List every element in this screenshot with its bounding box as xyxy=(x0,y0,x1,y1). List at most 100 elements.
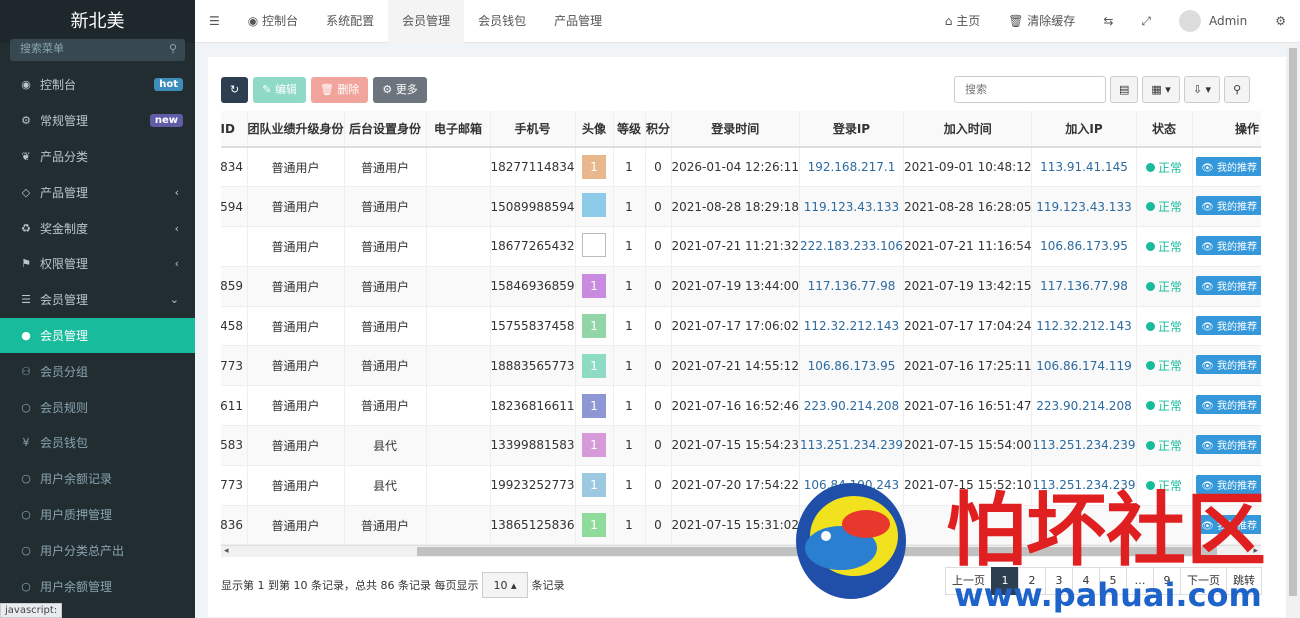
cell-login-ip[interactable]: 119.123.43.133 xyxy=(799,186,905,228)
table-search-input[interactable] xyxy=(954,76,1106,103)
cell-login-ip[interactable]: 117.136.77.98 xyxy=(799,266,905,307)
cell-join-ip[interactable]: 106.86.173.95 xyxy=(1031,226,1137,267)
column-header[interactable]: 团队业绩升级身份 xyxy=(247,111,345,148)
cell-join-ip[interactable]: 117.136.77.98 xyxy=(1031,266,1137,307)
sidebar-item-1[interactable]: ⚙ 常规管理 new xyxy=(0,103,195,139)
card-view-icon[interactable]: ▤ xyxy=(1110,76,1139,103)
sidebar-item-8[interactable]: ⚇ 会员分组 xyxy=(0,353,195,389)
horizontal-scroll-thumb[interactable] xyxy=(417,547,1217,556)
page-button[interactable]: 9 xyxy=(1153,567,1181,595)
column-header[interactable]: 加入IP xyxy=(1031,111,1137,148)
sidebar-item-7[interactable]: ● 会员管理 xyxy=(0,317,195,354)
avatar[interactable] xyxy=(582,193,606,218)
column-header[interactable]: 登录时间 xyxy=(671,111,800,148)
sidebar-item-2[interactable]: ❦ 产品分类 xyxy=(0,139,195,175)
column-header[interactable]: 手机号 xyxy=(490,111,576,148)
vertical-scroll-thumb[interactable] xyxy=(1289,48,1297,596)
vertical-scrollbar[interactable] xyxy=(1286,44,1300,618)
table-row[interactable]: 6859普通用户普通用户158469368591102021-07-19 13:… xyxy=(221,266,1261,307)
cell-login-ip[interactable]: 106.86.173.95 xyxy=(799,345,905,387)
search-icon[interactable]: ⚲ xyxy=(169,39,177,59)
sidebar-item-9[interactable]: ○ 会员规则 xyxy=(0,389,195,425)
cell-join-ip[interactable] xyxy=(1031,505,1137,545)
page-button[interactable]: 2 xyxy=(1018,567,1046,595)
recommend-button[interactable]: 👁 我的推荐 xyxy=(1196,434,1261,454)
cell-join-ip[interactable]: 113.251.234.239 xyxy=(1031,425,1137,466)
page-button[interactable]: 跳转 xyxy=(1226,567,1262,595)
cell-join-ip[interactable]: 106.86.174.119 xyxy=(1031,345,1137,387)
table-row[interactable]: 普通用户 普通用户 18677265432 1 0 2021-07-21 11:21:32… xyxy=(221,226,1261,267)
avatar[interactable]: 1 xyxy=(582,473,606,498)
recommend-button[interactable]: 👁 我的推荐 xyxy=(1196,474,1261,494)
recommend-button[interactable]: 👁 我的推荐 xyxy=(1196,315,1261,335)
user-menu[interactable]: Admin xyxy=(1165,0,1261,43)
horizontal-scrollbar[interactable]: ◂ ▸ xyxy=(221,545,1261,557)
table-row[interactable]: 1583普通用户县代133998815831102021-07-15 15:54… xyxy=(221,425,1261,466)
sidebar-item-5[interactable]: ⚑ 权限管理 ‹ xyxy=(0,246,195,282)
sidebar-item-10[interactable]: ¥ 会员钱包 xyxy=(0,425,195,461)
recommend-button[interactable]: 👁 我的推荐 xyxy=(1196,355,1261,375)
recommend-button[interactable]: 👁 我的推荐 xyxy=(1196,235,1261,255)
recommend-button[interactable]: 👁 我的推荐 xyxy=(1196,156,1261,176)
page-button[interactable]: 下一页 xyxy=(1180,567,1227,595)
nav-tab-2[interactable]: 会员管理 xyxy=(388,0,465,43)
language-icon[interactable]: ⇆ xyxy=(1089,0,1127,43)
sidebar-item-13[interactable]: ○ 用户分类总产出 xyxy=(0,532,195,568)
table-row[interactable]: 6611普通用户普通用户182368166111102021-07-16 16:… xyxy=(221,385,1261,427)
cell-join-ip[interactable]: 119.123.43.133 xyxy=(1031,186,1137,228)
column-header[interactable]: 等级 xyxy=(613,111,646,148)
columns-icon[interactable]: ▦ ▾ xyxy=(1142,76,1180,103)
avatar[interactable]: 1 xyxy=(582,393,606,418)
avatar[interactable]: 1 xyxy=(582,353,606,378)
sidebar-item-14[interactable]: ○ 用户余额管理 xyxy=(0,568,195,604)
cell-join-ip[interactable]: 113.251.234.239 xyxy=(1031,465,1137,506)
avatar[interactable]: 1 xyxy=(582,274,606,299)
column-header[interactable]: 电子邮箱 xyxy=(426,111,491,148)
nav-tab-1[interactable]: 系统配置 xyxy=(312,0,388,43)
cell-login-ip[interactable]: 223.90.214.208 xyxy=(799,385,905,427)
refresh-button[interactable]: ↻ xyxy=(221,77,249,103)
fullscreen-icon[interactable]: ⤢ xyxy=(1127,0,1165,43)
page-button[interactable]: 3 xyxy=(1045,567,1073,595)
cell-login-ip[interactable]: 192.168.217.1 xyxy=(799,147,905,188)
cell-join-ip[interactable]: 112.32.212.143 xyxy=(1031,306,1137,347)
table-row[interactable]: 8594普通用户普通用户15089988594102021-08-28 18:2… xyxy=(221,186,1261,228)
scroll-left-icon[interactable]: ◂ xyxy=(224,546,229,556)
column-header[interactable]: 后台设置身份 xyxy=(344,111,427,148)
column-header[interactable]: 头像 xyxy=(575,111,614,148)
cell-login-ip[interactable]: 222.183.233.106 xyxy=(799,226,905,267)
nav-tab-0[interactable]: ◉ 控制台 xyxy=(234,0,312,43)
sidebar-item-12[interactable]: ○ 用户质押管理 xyxy=(0,497,195,533)
clear-cache-button[interactable]: 🗑 清除缓存 xyxy=(994,0,1089,43)
table-row[interactable]: 2773普通用户县代199232527731102021-07-20 17:54… xyxy=(221,465,1261,506)
sidebar-search-input[interactable]: 搜索菜单 ⚲ xyxy=(10,39,185,61)
sidebar-toggle[interactable]: ☰ xyxy=(195,0,234,43)
table-row[interactable]: 4834普通用户普通用户182771148341102026-01-04 12:… xyxy=(221,147,1261,188)
page-button[interactable]: 上一页 xyxy=(945,567,992,595)
search-icon[interactable]: ⚲ xyxy=(1224,76,1251,103)
cell-login-ip[interactable]: 106.84.190.243 xyxy=(799,465,905,506)
cell-join-ip[interactable]: 223.90.214.208 xyxy=(1031,385,1137,427)
column-header[interactable]: ID xyxy=(221,111,248,148)
sidebar-item-0[interactable]: ◉ 控制台 hot xyxy=(0,67,195,103)
column-header[interactable]: 登录IP xyxy=(799,111,905,148)
avatar[interactable]: 1 xyxy=(582,155,606,180)
avatar[interactable]: 1 xyxy=(582,513,606,538)
avatar[interactable]: 1 xyxy=(582,433,606,458)
edit-button[interactable]: ✎ 编辑 xyxy=(253,77,306,103)
nav-tab-3[interactable]: 会员钱包 xyxy=(464,0,540,43)
recommend-button[interactable]: 👁 我的推荐 xyxy=(1196,196,1261,216)
sidebar-item-3[interactable]: ◇ 产品管理 ‹ xyxy=(0,174,195,210)
table-row[interactable]: 5773普通用户普通用户188835657731102021-07-21 14:… xyxy=(221,345,1261,387)
sidebar-item-6[interactable]: ☰ 会员管理 ⌄ xyxy=(0,282,195,318)
export-icon[interactable]: ⇩ ▾ xyxy=(1183,76,1221,103)
column-header[interactable]: 状态 xyxy=(1136,111,1193,148)
cell-login-ip[interactable] xyxy=(799,505,905,545)
scroll-right-icon[interactable]: ▸ xyxy=(1253,546,1258,556)
table-row[interactable]: 5836普通用户普通用户138651258361102021-07-15 15:… xyxy=(221,505,1261,545)
page-size-select[interactable]: 10 ▴ xyxy=(482,572,528,598)
table-row[interactable]: 7458普通用户普通用户157558374581102021-07-17 17:… xyxy=(221,306,1261,347)
avatar[interactable]: 1 xyxy=(582,314,606,339)
recommend-button[interactable]: 👁 我的推荐 xyxy=(1196,395,1261,415)
home-link[interactable]: ⌂ 主页 xyxy=(931,0,994,43)
